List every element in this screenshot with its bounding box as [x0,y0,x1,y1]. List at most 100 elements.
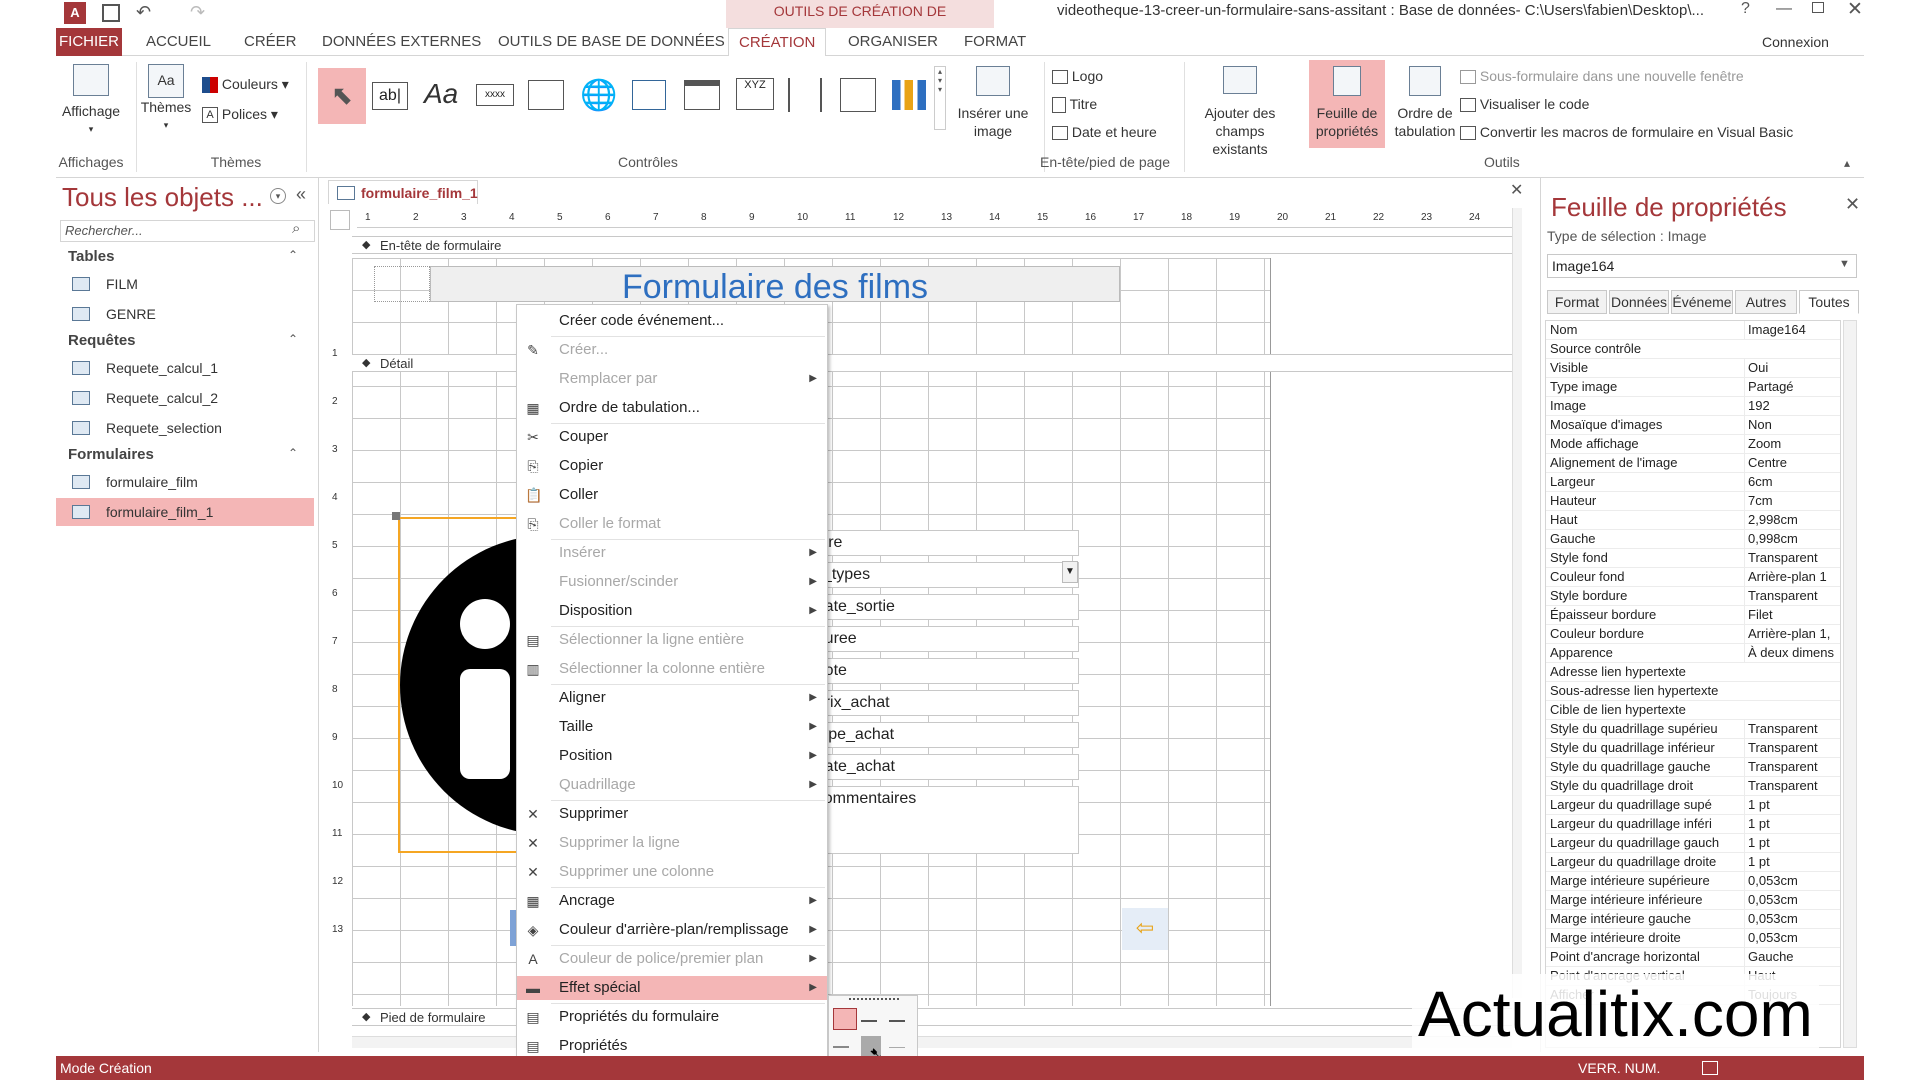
context-menu-item[interactable]: Taille ▶ [517,715,827,739]
property-value[interactable]: 0,053cm [1744,872,1838,890]
context-menu-item[interactable]: Disposition ▶ [517,599,827,623]
nav-search-input[interactable]: Rechercher... [60,220,315,242]
effect-chiseled-option[interactable] [889,1040,905,1048]
date-heure-button[interactable]: Date et heure [1052,122,1157,142]
property-value[interactable]: 0,053cm [1744,891,1838,909]
context-menu-item[interactable]: ▤ Propriétés du formulaire [517,1005,827,1029]
textbox-control-icon[interactable]: ab| [372,82,408,110]
nav-group-formulaires[interactable]: Formulaires [68,446,154,463]
property-value[interactable]: Gauche [1744,948,1838,966]
close-property-sheet-icon[interactable]: ✕ [1845,194,1860,215]
property-row[interactable]: Source contrôle [1546,340,1840,359]
page-break-icon[interactable] [788,78,822,112]
restore-icon[interactable] [1812,2,1824,13]
minimize-icon[interactable]: — [1776,0,1792,18]
button-control-icon[interactable]: xxxx [476,84,514,106]
property-row[interactable]: Largeur du quadrillage gauch 1 pt [1546,834,1840,853]
tab-outils-bdd[interactable]: OUTILS DE BASE DE DONNÉES [488,28,735,56]
ajouter-champs-button[interactable]: Ajouter des champs existants [1188,66,1292,158]
property-value[interactable]: Transparent [1744,720,1838,738]
context-menu-item[interactable]: ✂ Couper [517,425,827,449]
property-row[interactable]: Style du quadrillage droit Transparent [1546,777,1840,796]
logo-button[interactable]: Logo [1052,66,1103,86]
nav-title[interactable]: Tous les objets ... [62,182,263,213]
property-value[interactable]: Transparent [1744,777,1838,795]
property-row[interactable]: Épaisseur bordure Filet [1546,606,1840,625]
search-icon[interactable]: ⌕ [292,220,300,237]
property-value[interactable]: Transparent [1744,549,1838,567]
nav-item-requete-selection[interactable]: Requete_selection [56,414,314,442]
effect-raised-option[interactable] [861,1012,877,1022]
nav-item-formulaire-film[interactable]: formulaire_film [56,468,314,496]
select-pointer-icon[interactable]: ⬉ [318,68,366,124]
tab-organiser[interactable]: ORGANISER [838,28,948,56]
property-row[interactable]: Adresse lien hypertexte [1546,663,1840,682]
visualiser-code-button[interactable]: Visualiser le code [1460,94,1589,114]
nav-collapse-icon[interactable]: « [296,184,306,205]
property-value[interactable]: 6cm [1744,473,1838,491]
context-menu-item[interactable]: ▦ Ordre de tabulation... [517,396,827,420]
context-menu-item[interactable]: Quadrillage ▶ [517,773,827,797]
property-value[interactable]: Transparent [1744,758,1838,776]
ptab-toutes[interactable]: Toutes [1799,290,1859,314]
property-row[interactable]: Largeur 6cm [1546,473,1840,492]
tab-creer[interactable]: CRÉER [234,28,307,56]
object-selector[interactable]: Image164 [1547,254,1857,278]
context-menu-item[interactable]: ◈ Couleur d'arrière-plan/remplissage ▶ [517,918,827,942]
property-value[interactable]: Zoom [1744,435,1838,453]
nav-item-requete-calcul-1[interactable]: Requete_calcul_1 [56,354,314,382]
property-row[interactable]: Style fond Transparent [1546,549,1840,568]
property-row[interactable]: Style du quadrillage inférieur Transparen… [1546,739,1840,758]
property-value[interactable]: Partagé [1744,378,1838,396]
ptab-format[interactable]: Format [1547,290,1607,314]
context-menu-item[interactable]: A Couleur de police/premier plan ▶ [517,947,827,971]
context-menu-item[interactable]: ✕ Supprimer une colonne [517,860,827,884]
context-menu-item[interactable]: Créer code événement... [517,309,827,333]
nav-item-formulaire-film-1[interactable]: formulaire_film_1 [56,498,314,526]
context-menu-item[interactable]: Aligner ▶ [517,686,827,710]
effect-etched-option[interactable] [833,1038,849,1048]
tab-fichier[interactable]: FICHIER [56,28,122,56]
sous-formulaire-button[interactable]: Sous-formulaire dans une nouvelle fenêtr… [1460,66,1744,86]
header-section-bar[interactable]: ◆ En-tête de formulaire [352,236,1512,254]
object-selector-arrow-icon[interactable]: ▼ [1839,258,1850,270]
property-value[interactable]: Arrière-plan 1 [1744,568,1838,586]
context-menu-item[interactable]: ▦ Ancrage ▶ [517,889,827,913]
context-menu-item[interactable]: ▤ Propriétés [517,1034,827,1058]
property-row[interactable]: Mode affichage Zoom [1546,435,1840,454]
property-row[interactable]: Type image Partagé [1546,378,1840,397]
nav-group-tables[interactable]: Tables [68,248,114,265]
property-value[interactable]: 0,053cm [1744,910,1838,928]
property-row[interactable]: Gauche 0,998cm [1546,530,1840,549]
context-menu-item[interactable]: ✕ Supprimer [517,802,827,826]
navigation-button[interactable]: ⇦ [1122,908,1168,950]
ptab-donnees[interactable]: Données [1609,290,1669,314]
property-row[interactable]: Style bordure Transparent [1546,587,1840,606]
vertical-scrollbar[interactable] [1512,208,1522,998]
resize-handle[interactable] [392,512,400,520]
effect-flat-option[interactable] [833,1008,857,1030]
property-row[interactable]: Largeur du quadrillage inféri 1 pt [1546,815,1840,834]
context-menu-item[interactable]: Position ▶ [517,744,827,768]
property-row[interactable]: Style du quadrillage gauche Transparent [1546,758,1840,777]
form-selector[interactable] [330,210,350,230]
property-row[interactable]: Image 192 [1546,397,1840,416]
property-value[interactable]: 1 pt [1744,853,1838,871]
navigation-control-icon[interactable] [684,80,720,110]
themes-button[interactable]: Aa Thèmes ▾ [138,64,194,134]
combo-dropdown-icon[interactable]: ▼ [1062,561,1078,583]
property-row[interactable]: Largeur du quadrillage supé 1 pt [1546,796,1840,815]
context-menu-item[interactable]: ▬ Effet spécial ▶ [517,976,827,1000]
design-view-icon[interactable] [1702,1061,1718,1075]
property-row[interactable]: Visible Oui [1546,359,1840,378]
property-value[interactable]: Transparent [1744,587,1838,605]
property-value[interactable]: Non [1744,416,1838,434]
collapse-tables-icon[interactable]: ⌃ [288,248,298,262]
context-menu-item[interactable]: ⎘ Coller le format [517,512,827,536]
tab-format[interactable]: FORMAT [954,28,1036,56]
web-browser-control-icon[interactable] [632,80,666,110]
property-row[interactable]: Hauteur 7cm [1546,492,1840,511]
property-row[interactable]: Point d'ancrage horizontal Gauche [1546,948,1840,967]
nav-item-requete-calcul-2[interactable]: Requete_calcul_2 [56,384,314,412]
property-value[interactable]: Filet [1744,606,1838,624]
